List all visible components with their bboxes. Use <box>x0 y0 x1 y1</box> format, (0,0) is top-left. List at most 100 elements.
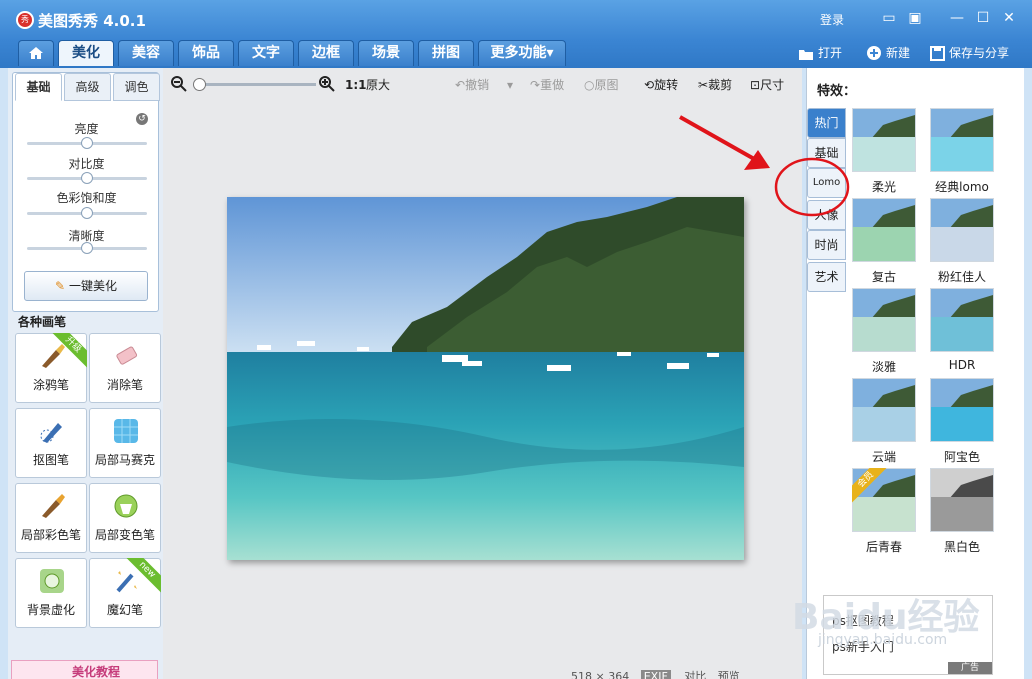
effect-thumb[interactable]: 会员 <box>852 468 916 532</box>
zoom-slider[interactable] <box>196 83 316 86</box>
tab-color[interactable]: 调色 <box>113 73 160 101</box>
brush-mosaic[interactable]: 局部马赛克 <box>89 408 161 478</box>
effects-title: 特效： <box>817 84 857 99</box>
close-icon[interactable]: ✕ <box>1000 9 1018 27</box>
canvas-area: 1:1 原大 ↶撤销 ▾ ↷重做 ○原图 ⟲旋转 ✂裁剪 ⊡尺寸 518 × 3… <box>163 68 802 679</box>
category-lomo[interactable]: Lomo <box>807 168 846 198</box>
brush-doodle[interactable]: 升级 涂鸦笔 <box>15 333 87 403</box>
effect-label[interactable]: 粉红佳人 <box>922 268 1002 285</box>
effect-label[interactable]: HDR <box>922 358 1002 372</box>
tutorial-banner[interactable]: 美化教程 <box>11 660 158 679</box>
undo-button[interactable]: ↶撤销 <box>455 77 489 93</box>
sharpness-slider[interactable] <box>27 242 147 254</box>
zoom-knob[interactable] <box>193 78 206 91</box>
contrast-slider[interactable] <box>27 172 147 184</box>
exif-badge[interactable]: EXIF <box>640 670 671 679</box>
circle-icon: ○ <box>584 78 595 92</box>
member-badge: 会员 <box>852 468 888 504</box>
redo-button[interactable]: ↷重做 <box>530 77 564 93</box>
menu-icon[interactable]: ▣ <box>906 9 924 27</box>
one-click-beautify-button[interactable]: ✎ 一键美化 <box>24 271 148 301</box>
effect-thumb[interactable] <box>852 108 916 172</box>
saturation-knob[interactable] <box>81 207 93 219</box>
cutout-pen-icon <box>38 417 66 445</box>
maximize-icon[interactable]: ☐ <box>974 9 992 27</box>
tab-collage[interactable]: 拼图 <box>418 40 474 66</box>
brush-magic[interactable]: new 魔幻笔 <box>89 558 161 628</box>
tab-text[interactable]: 文字 <box>238 40 294 66</box>
zoom-out-icon[interactable] <box>171 76 187 96</box>
contrast-knob[interactable] <box>81 172 93 184</box>
effect-label[interactable]: 云端 <box>844 448 924 465</box>
tab-frame[interactable]: 边框 <box>298 40 354 66</box>
effect-label[interactable]: 柔光 <box>844 178 924 195</box>
brushes-title: 各种画笔 <box>18 315 67 329</box>
tab-beautify[interactable]: 美化 <box>58 40 114 66</box>
effect-label[interactable]: 阿宝色 <box>922 448 1002 465</box>
crop-button[interactable]: ✂裁剪 <box>698 77 732 93</box>
effect-thumb[interactable] <box>930 378 994 442</box>
effect-thumb[interactable] <box>930 198 994 262</box>
effect-label[interactable]: 黑白色 <box>922 538 1002 555</box>
effect-thumb[interactable] <box>852 378 916 442</box>
category-hot[interactable]: 热门 <box>807 108 846 138</box>
tab-basic[interactable]: 基础 <box>15 73 62 101</box>
left-panel: 基础 高级 调色 ↺ 亮度 对比度 色彩饱和度 清晰度 ✎ 一键美化 各种画笔 … <box>8 68 163 679</box>
brush-eraser[interactable]: 消除笔 <box>89 333 161 403</box>
preview-button[interactable]: 预览 <box>718 670 740 679</box>
rotate-button[interactable]: ⟲旋转 <box>644 77 678 93</box>
sharpness-knob[interactable] <box>81 242 93 254</box>
save-share-button[interactable]: 保存与分享 <box>930 42 1009 64</box>
effect-thumb[interactable] <box>852 288 916 352</box>
tab-advanced[interactable]: 高级 <box>64 73 111 101</box>
original-button[interactable]: ○原图 <box>584 77 619 93</box>
category-art[interactable]: 艺术 <box>807 262 846 292</box>
effect-thumb[interactable] <box>852 198 916 262</box>
brush-cutout[interactable]: 抠图笔 <box>15 408 87 478</box>
login-link[interactable]: 登录 <box>820 11 844 28</box>
original-size-button[interactable]: 原大 <box>366 77 390 93</box>
title-bar: 秀 美图秀秀 4.0.1 登录 ▭ ▣ — ☐ ✕ <box>0 0 1032 40</box>
undo-icon: ↶ <box>455 78 466 92</box>
tab-home[interactable] <box>18 40 54 66</box>
open-button[interactable]: 打开 <box>798 42 842 64</box>
compare-button[interactable]: 对比 <box>684 670 706 679</box>
brightness-slider[interactable] <box>27 137 147 149</box>
resize-icon: ⊡ <box>750 78 761 92</box>
category-fashion[interactable]: 时尚 <box>807 230 846 260</box>
brush-recolor[interactable]: 局部变色笔 <box>89 483 161 553</box>
effect-label[interactable]: 后青春 <box>844 538 924 555</box>
blur-icon <box>38 567 66 595</box>
resize-button[interactable]: ⊡尺寸 <box>750 77 784 93</box>
watermark-url: jingyan.baidu.com <box>818 632 948 648</box>
effect-label[interactable]: 复古 <box>844 268 924 285</box>
brush-color[interactable]: 局部彩色笔 <box>15 483 87 553</box>
undo-dropdown-icon[interactable]: ▾ <box>507 77 513 93</box>
effect-label[interactable]: 经典lomo <box>922 178 1002 195</box>
category-portrait[interactable]: 人像 <box>807 200 846 230</box>
effect-thumb[interactable] <box>930 288 994 352</box>
effect-label[interactable]: 淡雅 <box>844 358 924 375</box>
minimize-icon[interactable]: — <box>948 9 966 27</box>
new-badge: new <box>125 558 161 594</box>
ratio-button[interactable]: 1:1 <box>345 77 367 93</box>
ad-tag[interactable]: 广告 <box>948 662 992 674</box>
tab-accessories[interactable]: 饰品 <box>178 40 234 66</box>
save-icon <box>930 46 945 61</box>
new-button[interactable]: 新建 <box>866 42 910 64</box>
plus-icon <box>867 46 881 60</box>
brush-background-blur[interactable]: 背景虚化 <box>15 558 87 628</box>
redo-icon: ↷ <box>530 78 541 92</box>
tab-beauty[interactable]: 美容 <box>118 40 174 66</box>
tab-scene[interactable]: 场景 <box>358 40 414 66</box>
edited-photo[interactable] <box>227 197 744 560</box>
tab-more[interactable]: 更多功能▾ <box>478 40 566 66</box>
brightness-knob[interactable] <box>81 137 93 149</box>
category-basic[interactable]: 基础 <box>807 138 846 168</box>
zoom-in-icon[interactable] <box>319 76 335 96</box>
saturation-slider[interactable] <box>27 207 147 219</box>
effect-thumb[interactable] <box>930 468 994 532</box>
chat-icon[interactable]: ▭ <box>880 9 898 27</box>
mosaic-icon <box>112 417 140 445</box>
effect-thumb[interactable] <box>930 108 994 172</box>
